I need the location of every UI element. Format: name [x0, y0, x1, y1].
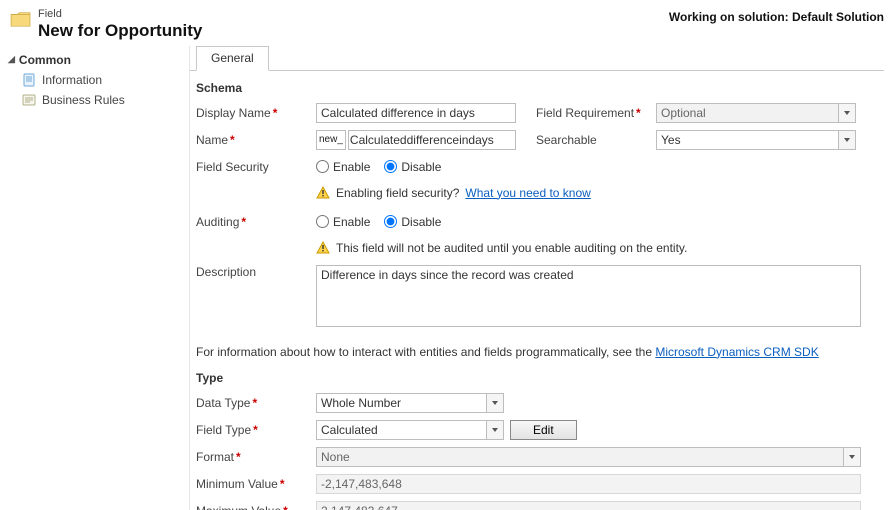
label-min-value: Minimum Value* — [196, 477, 316, 491]
warning-icon — [316, 186, 330, 200]
data-type-select[interactable]: Whole Number — [316, 393, 504, 413]
label-description: Description — [196, 265, 316, 279]
label-max-value: Maximum Value* — [196, 504, 316, 510]
header-kicker: Field — [38, 8, 202, 21]
tabs: General — [190, 46, 884, 71]
document-icon — [22, 73, 36, 87]
label-auditing: Auditing* — [196, 215, 316, 229]
sidebar-item-information[interactable]: Information — [0, 70, 189, 90]
sidebar-item-label: Information — [42, 73, 102, 87]
field-type-select[interactable]: Calculated — [316, 420, 504, 440]
field-security-warning: Enabling field security? What you need t… — [196, 182, 878, 210]
chevron-down-icon[interactable] — [486, 421, 503, 439]
name-input[interactable] — [348, 130, 516, 150]
display-name-input[interactable] — [316, 103, 516, 123]
name-prefix: new_ — [316, 130, 346, 150]
chevron-down-icon[interactable] — [486, 394, 503, 412]
rules-icon — [22, 93, 36, 107]
label-field-requirement: Field Requirement* — [536, 106, 656, 120]
label-searchable: Searchable — [536, 133, 656, 147]
auditing-warning: This field will not be audited until you… — [196, 237, 878, 265]
sidebar-section-label: Common — [19, 53, 71, 67]
field-security-disable[interactable]: Disable — [384, 160, 441, 174]
warning-icon — [316, 241, 330, 255]
field-security-enable[interactable]: Enable — [316, 160, 370, 174]
page-header: Field New for Opportunity Working on sol… — [0, 0, 894, 46]
sidebar: ◢ Common Information Bus — [0, 46, 190, 510]
label-name: Name* — [196, 133, 316, 147]
edit-button[interactable]: Edit — [510, 420, 577, 440]
sidebar-item-business-rules[interactable]: Business Rules — [0, 90, 189, 110]
max-value-field: 2,147,483,647 — [316, 501, 861, 510]
auditing-disable[interactable]: Disable — [384, 215, 441, 229]
description-input[interactable] — [316, 265, 861, 327]
searchable-select[interactable]: Yes — [656, 130, 856, 150]
label-field-security: Field Security — [196, 160, 316, 174]
format-select[interactable]: None — [316, 447, 861, 467]
label-format: Format* — [196, 450, 316, 464]
section-schema: Schema — [196, 81, 878, 101]
tab-label: General — [211, 51, 254, 65]
auditing-enable[interactable]: Enable — [316, 215, 370, 229]
section-type: Type — [196, 371, 878, 391]
chevron-down-icon[interactable] — [838, 131, 855, 149]
sidebar-section-common[interactable]: ◢ Common — [0, 50, 189, 70]
security-info-link[interactable]: What you need to know — [465, 186, 590, 200]
sidebar-item-label: Business Rules — [42, 93, 125, 107]
folder-icon — [10, 10, 32, 28]
page-title: New for Opportunity — [38, 21, 202, 41]
tab-general[interactable]: General — [196, 46, 269, 71]
sdk-info: For information about how to interact wi… — [196, 333, 878, 371]
label-field-type: Field Type* — [196, 423, 316, 437]
label-display-name: Display Name* — [196, 106, 316, 120]
sdk-link[interactable]: Microsoft Dynamics CRM SDK — [655, 345, 818, 359]
chevron-down-icon[interactable] — [838, 104, 855, 122]
min-value-field: -2,147,483,648 — [316, 474, 861, 494]
label-data-type: Data Type* — [196, 396, 316, 410]
solution-label: Working on solution: Default Solution — [669, 8, 884, 24]
field-requirement-select[interactable]: Optional — [656, 103, 856, 123]
chevron-down-icon[interactable] — [843, 448, 860, 466]
collapse-icon: ◢ — [8, 54, 15, 65]
